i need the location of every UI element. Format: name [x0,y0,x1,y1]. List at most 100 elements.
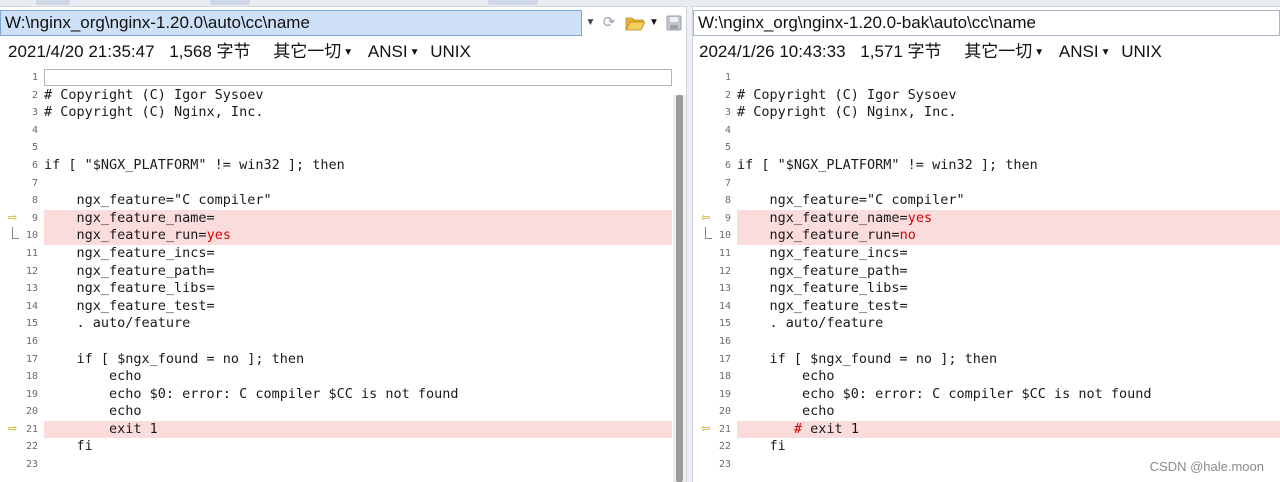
code-line: 23 [0,456,686,474]
line-number: 14 [25,300,38,312]
line-code: if [ "$NGX_PLATFORM" != win32 ]; then [44,157,672,175]
open-folder-dropdown[interactable]: ▼ [648,12,660,34]
line-gutter: 6 [693,157,735,175]
line-gutter: 4 [0,122,42,140]
code-line: 5 [0,139,686,157]
right-editor[interactable]: 1 2 # Copyright (C) Igor Sysoev 3 # Copyrigh… [693,69,1280,482]
code-line: 18 echo [0,368,686,386]
line-gutter: 1 [693,69,735,87]
left-scrollbar-thumb[interactable] [676,95,683,482]
pane-splitter[interactable] [686,6,693,482]
line-code [44,333,672,351]
line-code: ngx_feature_run=no [737,227,1280,245]
line-number: 11 [25,247,38,259]
line-gutter: 14 [693,298,735,316]
folder-open-icon [625,17,646,31]
line-gutter: 3 [693,104,735,122]
save-icon [666,15,682,31]
line-code: exit 1 [44,420,672,439]
chevron-down-icon: ▼ [1100,47,1111,58]
code-line: 17 if [ $ngx_found = no ]; then [0,351,686,369]
code-line: 6 if [ "$NGX_PLATFORM" != win32 ]; then [693,157,1280,175]
line-code [737,69,1280,87]
code-line: 7 [0,175,686,193]
code-text: # Copyright (C) Igor Sysoev [44,86,264,103]
code-text: ngx_feature_run= [44,227,207,244]
code-line: 11 ngx_feature_incs= [0,245,686,263]
line-gutter: 2 [0,87,42,105]
line-gutter: 16 [0,333,42,351]
line-gutter: 20 [693,403,735,421]
line-number: 22 [718,441,731,453]
code-line: ⇦ 9 ngx_feature_name=yes [693,209,1280,228]
left-filter-select[interactable]: 其它一切 ▼ [269,42,353,61]
left-path-dropdown-button[interactable]: ▼ [583,10,598,36]
code-line: 15 . auto/feature [0,315,686,333]
code-line: 19 echo $0: error: C compiler $CC is not… [693,386,1280,404]
line-code [737,175,1280,193]
right-encoding-select[interactable]: ANSI ▼ [1055,42,1111,61]
line-number: 9 [31,212,38,224]
left-code-lines: 1 2 # Copyright (C) Igor Sysoev 3 # Copyrigh… [0,69,686,474]
open-folder-button[interactable] [624,12,646,34]
code-text: echo $0: error: C compiler $CC is not fo… [737,385,1152,402]
code-text: . auto/feature [737,315,884,332]
line-gutter: 7 [0,175,42,193]
line-code: . auto/feature [737,315,1280,333]
code-line: 19 echo $0: error: C compiler $CC is not… [0,386,686,404]
line-code: fi [737,438,1280,456]
line-code [44,456,672,474]
code-text: ngx_feature_libs= [44,280,215,297]
code-text: if [ "$NGX_PLATFORM" != win32 ]; then [44,156,345,173]
line-code: ngx_feature_path= [44,263,672,281]
line-gutter: 3 [0,104,42,122]
code-line: 2 # Copyright (C) Igor Sysoev [0,87,686,105]
left-path-input[interactable] [0,10,582,36]
line-code [44,175,672,193]
refresh-button[interactable]: ⟳ [600,12,618,34]
left-editor[interactable]: 1 2 # Copyright (C) Igor Sysoev 3 # Copyrigh… [0,69,686,482]
line-number: 20 [718,406,731,418]
line-number: 16 [25,335,38,347]
code-line: 13 ngx_feature_libs= [0,280,686,298]
line-code [737,333,1280,351]
save-button[interactable] [664,12,684,34]
line-gutter: ⇦ 9 [693,210,735,228]
right-filter-select[interactable]: 其它一切 ▼ [960,42,1044,61]
line-code [44,139,672,157]
arrow-right-icon: ⇨ [8,211,18,224]
code-line: 12 ngx_feature_path= [0,263,686,281]
line-number: 6 [724,159,731,171]
code-text: echo [44,368,142,385]
line-code: echo $0: error: C compiler $CC is not fo… [44,386,672,404]
code-line: 7 [693,175,1280,193]
code-text: # Copyright (C) Nginx, Inc. [737,104,957,121]
code-text: ngx_feature_test= [737,297,908,314]
line-number: 21 [25,423,38,435]
code-line: ⇨ 21 exit 1 [0,420,686,439]
code-line: 16 [0,333,686,351]
code-text: echo [44,403,142,420]
line-number: 19 [718,388,731,400]
code-text: ngx_feature="C compiler" [44,192,272,209]
code-text: echo $0: error: C compiler $CC is not fo… [44,385,459,402]
code-text: ngx_feature_test= [44,297,215,314]
left-encoding-select[interactable]: ANSI ▼ [364,42,420,61]
line-gutter: 15 [693,315,735,333]
line-number: 1 [724,72,731,83]
diff-block-bracket [12,227,19,240]
code-text: echo [737,368,835,385]
left-pane: ▼ ⟳ ▼ 2021/4/20 21:35:47 1,568 字节 其它一切▼ … [0,6,686,482]
arrow-left-icon: ⇦ [701,422,711,435]
right-path-input[interactable] [693,10,1280,36]
right-code-lines: 1 2 # Copyright (C) Igor Sysoev 3 # Copyrigh… [693,69,1280,474]
line-number: 21 [718,423,731,435]
code-line: 6 if [ "$NGX_PLATFORM" != win32 ]; then [0,157,686,175]
code-text: exit 1 [44,420,158,437]
line-code: # Copyright (C) Igor Sysoev [44,87,672,105]
line-number: 13 [718,283,731,295]
line-gutter: 2 [693,87,735,105]
left-vertical-scrollbar[interactable] [673,95,686,482]
code-line: 22 fi [693,438,1280,456]
